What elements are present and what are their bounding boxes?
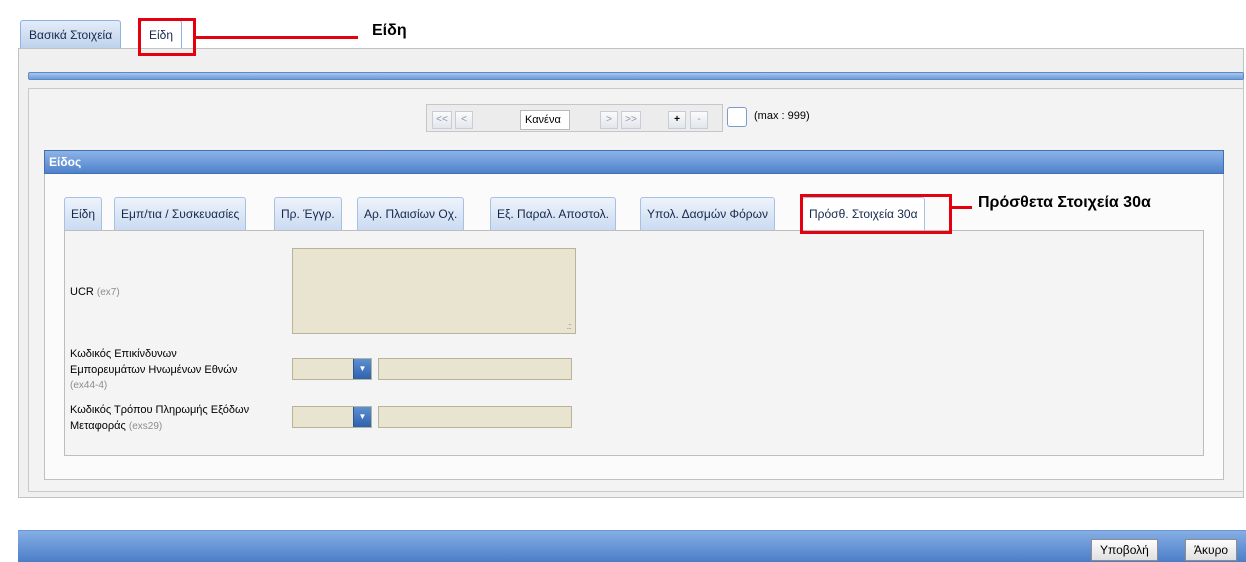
cancel-button[interactable]: Άκυρο (1185, 539, 1238, 561)
ucr-textarea[interactable]: .:: (292, 248, 576, 334)
bottom-toolbar (18, 530, 1246, 562)
first-page-button[interactable]: << (432, 111, 452, 129)
items-tab-callout-line (196, 36, 358, 39)
payment-method-select[interactable]: ▼ (292, 406, 372, 428)
last-page-button[interactable]: >> (621, 111, 641, 129)
payment-method-label: Κωδικός Τρόπου Πληρωμής Εξόδων Μεταφοράς… (70, 402, 249, 435)
payment-method-label-line1: Κωδικός Τρόπου Πληρωμής Εξόδων (70, 404, 250, 416)
dangerous-goods-code: (ex44-4) (70, 380, 108, 391)
current-item-field[interactable]: Κανένα (520, 110, 570, 130)
submit-button[interactable]: Υποβολή (1091, 539, 1158, 561)
tab-containers[interactable]: Αρ. Πλαισίων Οχ. (357, 197, 465, 231)
dangerous-goods-description-field[interactable] (378, 358, 572, 380)
items-tab-highlight (138, 18, 196, 56)
extra-details-callout: Πρόσθετα Στοιχεία 30α (978, 194, 1151, 211)
dropdown-arrow-icon[interactable]: ▼ (353, 359, 371, 379)
tab-label: Εμπ/τια / Συσκευασίες (121, 207, 240, 221)
tab-consignment[interactable]: Εξ. Παραλ. Αποστολ. (490, 197, 616, 231)
payment-method-code: (exs29) (128, 421, 163, 432)
dangerous-goods-select[interactable]: ▼ (292, 358, 372, 380)
payment-method-label-line2: Μεταφοράς (exs29) (70, 418, 249, 435)
item-section-title: Είδος (44, 150, 1224, 174)
remove-item-button[interactable]: - (690, 111, 708, 129)
payment-method-description-field[interactable] (378, 406, 572, 428)
max-count-label: (max : 999) (754, 110, 810, 122)
dangerous-goods-label: Κωδικός Επικίνδυνων Εμπορευμάτων Ηνωμένω… (70, 346, 237, 394)
resize-grip-icon[interactable]: .:: (566, 321, 571, 331)
tab-label: Πρ. Έγγρ. (281, 207, 335, 221)
tab-packages[interactable]: Εμπ/τια / Συσκευασίες (114, 197, 247, 231)
tab-label: Αρ. Πλαισίων Οχ. (364, 207, 458, 221)
tab-documents[interactable]: Πρ. Έγγρ. (274, 197, 342, 231)
extra-details-tab-highlight (800, 194, 952, 234)
dangerous-goods-label-line1: Κωδικός Επικίνδυνων (70, 348, 177, 360)
dropdown-arrow-icon[interactable]: ▼ (353, 407, 371, 427)
payment-method-label-line2-text: Μεταφοράς (70, 420, 126, 432)
tab-label: Είδη (71, 207, 96, 221)
tab-label: Υπολ. Δασμών Φόρων (647, 207, 768, 221)
ucr-code: (ex7) (96, 287, 120, 298)
prev-page-button[interactable]: < (455, 111, 473, 129)
dangerous-goods-label-line2: Εμπορευμάτων Ηνωμένων Εθνών (70, 364, 238, 376)
ucr-label-text: UCR (70, 286, 94, 298)
outer-panel-header (28, 72, 1244, 80)
tab-basic-info[interactable]: Βασικά Στοιχεία (20, 20, 122, 50)
add-item-button[interactable]: + (668, 111, 686, 129)
next-page-button[interactable]: > (600, 111, 618, 129)
tab-duties[interactable]: Υπολ. Δασμών Φόρων (640, 197, 775, 231)
ucr-label: UCR (ex7) (70, 284, 120, 301)
extra-details-callout-line (952, 206, 972, 209)
tab-items-list[interactable]: Είδη (64, 197, 103, 231)
tab-label: Εξ. Παραλ. Αποστολ. (497, 207, 609, 221)
tab-basic-info-label: Βασικά Στοιχεία (29, 28, 113, 42)
select-checkbox[interactable] (727, 107, 747, 127)
items-tab-callout: Είδη (372, 22, 407, 39)
